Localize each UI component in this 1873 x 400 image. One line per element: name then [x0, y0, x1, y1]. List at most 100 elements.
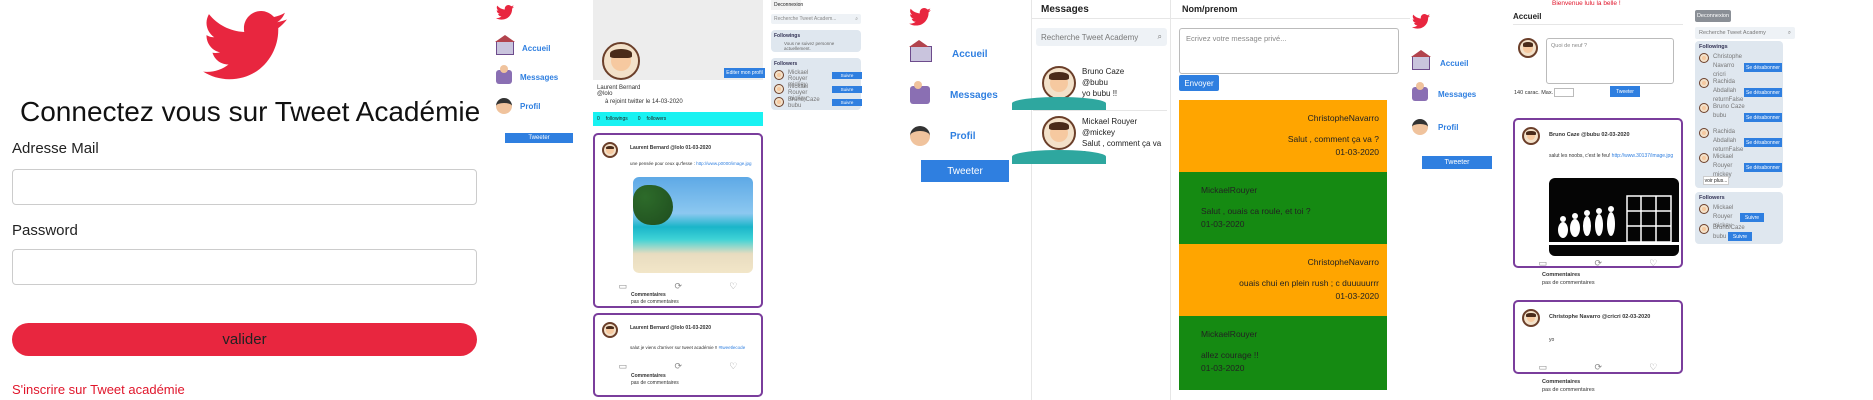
nav-profile[interactable]: Profil	[910, 126, 976, 146]
signup-link[interactable]: S'inscrire sur Tweet académie	[12, 382, 185, 397]
comments-title: Commentaires	[1542, 272, 1581, 278]
follow-button[interactable]: Suivre	[1740, 213, 1764, 222]
avatar	[1699, 128, 1709, 138]
tweet-button[interactable]: Tweeter	[505, 133, 573, 143]
nav-home[interactable]: Accueil	[1411, 50, 1469, 70]
search-bar[interactable]: Recherche Tweet Academ... ⌕	[771, 14, 861, 24]
column-divider	[1170, 0, 1171, 400]
retweet-icon[interactable]: ⟳	[1594, 362, 1602, 373]
avatar	[1522, 127, 1540, 145]
retweet-icon[interactable]: ⟳	[1594, 258, 1602, 269]
retweet-icon[interactable]: ⟳	[674, 361, 682, 372]
follow-button[interactable]: Suivre	[1728, 232, 1752, 241]
like-icon[interactable]: ♡	[729, 281, 737, 292]
followers-count: 0	[637, 116, 641, 122]
avatar	[774, 84, 784, 94]
message-text: Salut , ouais ca roule, et toi ?	[1201, 206, 1311, 216]
nav-home-label: Accueil	[522, 43, 551, 53]
message-bubble-received: MickaelRouyer Salut , ouais ca roule, et…	[1179, 172, 1387, 244]
nav-messages[interactable]: Messages	[910, 81, 998, 104]
retweet-icon[interactable]: ⟳	[674, 281, 682, 292]
unfollow-button[interactable]: Se désabonner	[1744, 88, 1782, 97]
twitter-bird-logo	[1412, 14, 1430, 29]
submit-button[interactable]: valider	[12, 323, 477, 356]
tweet-button[interactable]: Tweeter	[921, 160, 1009, 182]
tweet-card: Christophe Navarro @cricri 02-03-2020 yo…	[1513, 300, 1683, 374]
tweet-actions: ▭ ⟳ ♡	[595, 361, 761, 372]
tweet-button[interactable]: Tweeter	[1422, 156, 1492, 169]
palm-tree	[633, 185, 673, 225]
like-icon[interactable]: ♡	[1649, 362, 1657, 373]
search-bar[interactable]: Recherche Tweet Academy ⌕	[1036, 28, 1167, 46]
comments-empty: pas de commentaires	[631, 380, 679, 386]
search-icon[interactable]: ⌕	[1788, 30, 1791, 37]
twitter-bird-logo	[909, 8, 931, 26]
unfollow-button[interactable]: Se désabonner	[1744, 113, 1782, 122]
avatar	[1522, 309, 1540, 327]
nav-home[interactable]: Accueil	[909, 40, 988, 62]
followers-label[interactable]: followers	[647, 116, 667, 122]
followings-empty: Vous ne suivez personne actuellement.	[784, 41, 835, 51]
edit-profile-button[interactable]: Editer mon profil	[724, 68, 765, 78]
comment-icon[interactable]: ▭	[1539, 362, 1548, 373]
header-divider	[1031, 18, 1171, 19]
header-divider	[1513, 24, 1683, 25]
search-icon[interactable]: ⌕	[1158, 32, 1162, 42]
tweet-link[interactable]: http://www.30137/image.jpg	[1612, 153, 1673, 159]
follow-button[interactable]: Suivre	[832, 86, 862, 93]
message-textarea[interactable]: Ecrivez votre message privé...	[1179, 28, 1399, 74]
nav-profile[interactable]: Profil	[496, 98, 540, 114]
tweet-text-content: une pensée pour ceux qu'fesse :	[630, 161, 695, 166]
nav-profile-label: Profil	[520, 101, 541, 111]
logout-button[interactable]: Deconnexion	[1695, 10, 1731, 22]
search-icon[interactable]: ⌕	[855, 16, 858, 22]
tweet-text: yo	[1549, 337, 1555, 343]
tweet-hashtag[interactable]: #tweetlecode	[719, 345, 746, 350]
follow-button[interactable]: Suivre	[832, 99, 862, 106]
message-author: MickaelRouyer	[1201, 185, 1258, 195]
tweet-text-content: salut je viens d'arriver sur tweet acadé…	[630, 345, 718, 350]
contact-handle: @bubu	[1082, 78, 1108, 87]
unfollow-button[interactable]: Se désabonner	[1744, 138, 1782, 147]
tweet-image-beach[interactable]	[633, 177, 753, 273]
logout-button[interactable]: Deconnexion	[771, 0, 803, 10]
unfollow-button[interactable]: Se désabonner	[1744, 63, 1782, 72]
tweet-text-content: salut les noobs, c'est le feu!	[1549, 153, 1611, 159]
contact-divider	[1033, 110, 1167, 111]
nav-messages[interactable]: Messages	[496, 65, 558, 84]
home-icon	[1411, 50, 1431, 70]
nav-messages[interactable]: Messages	[1412, 82, 1476, 101]
compose-tweet-button[interactable]: Tweeter	[1610, 86, 1640, 97]
password-input[interactable]	[12, 249, 477, 285]
message-text: Salut , comment ça va ?	[1287, 134, 1379, 144]
nav-home[interactable]: Accueil	[495, 35, 551, 55]
followings-label[interactable]: followings	[606, 116, 628, 122]
tweet-text: une pensée pour ceux qu'fesse : http://w…	[630, 160, 751, 168]
email-input[interactable]	[12, 169, 477, 205]
send-button[interactable]: Envoyer	[1179, 75, 1219, 91]
comment-icon[interactable]: ▭	[619, 361, 628, 372]
unfollow-button[interactable]: Se désabonner	[1744, 163, 1782, 172]
comment-icon[interactable]: ▭	[1539, 258, 1548, 269]
see-more-button[interactable]: voir plus...	[1703, 176, 1729, 185]
contact-item[interactable]: Mickael Rouyer @mickey Salut , comment ç…	[1012, 114, 1167, 164]
evolution-illustration	[1549, 195, 1679, 245]
home-panel: Accueil Messages Profil Tweeter Bienvenu…	[1410, 0, 1873, 400]
comments-empty: pas de commentaires	[1542, 387, 1595, 393]
tweet-image-evolution[interactable]	[1549, 178, 1679, 256]
messages-icon	[496, 65, 512, 84]
compose-textarea[interactable]: Quoi de neuf ?	[1546, 38, 1674, 84]
follow-button[interactable]: Suivre	[832, 72, 862, 79]
like-icon[interactable]: ♡	[729, 361, 737, 372]
tweet-link[interactable]: http://www.p0000/image.jpg	[696, 161, 751, 166]
message-date: 01-03-2020	[1335, 291, 1379, 301]
nav-home-label: Accueil	[1440, 58, 1469, 68]
avatar	[1699, 103, 1709, 113]
comments-empty: pas de commentaires	[1542, 280, 1595, 286]
nav-profile[interactable]: Profil	[1412, 119, 1458, 135]
search-bar[interactable]: Recherche Tweet Academy ⌕	[1695, 27, 1795, 39]
like-icon[interactable]: ♡	[1649, 258, 1657, 269]
following-name: Bruno Caze	[1713, 104, 1745, 110]
contact-item[interactable]: Bruno Caze @bubu yo bubu !!	[1012, 62, 1167, 110]
comment-icon[interactable]: ▭	[619, 281, 628, 292]
